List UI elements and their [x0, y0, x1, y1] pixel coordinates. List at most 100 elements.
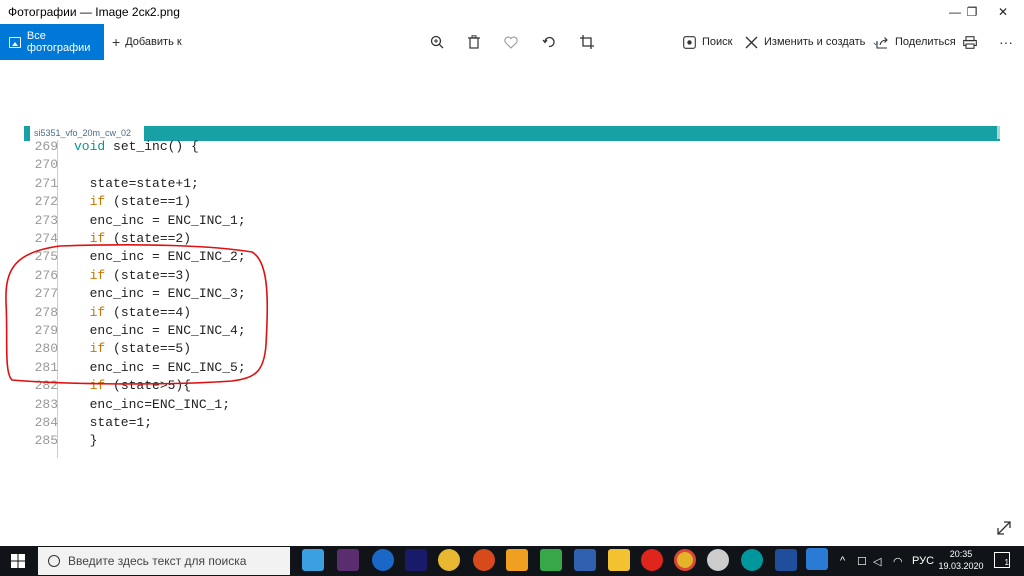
notification-count: 1	[1004, 558, 1009, 567]
language-label: РУС	[912, 555, 935, 567]
notifications-button[interactable]: 1	[994, 552, 1010, 568]
all-photos-button[interactable]: Все фотографии	[0, 24, 104, 60]
restore-button[interactable]: ❐	[955, 0, 989, 24]
line-number: 282	[34, 378, 58, 394]
edit-create-label: Изменить и создать	[764, 36, 866, 48]
print-button[interactable]	[957, 24, 983, 60]
photos-app-icon[interactable]	[806, 548, 828, 570]
rotate-icon	[542, 36, 555, 48]
heart-icon	[504, 36, 518, 49]
search-people-icon	[683, 35, 696, 49]
restore-icon: ❐	[966, 5, 978, 19]
code-text: if (state>5){	[89, 378, 192, 394]
taskbar-app-1-icon[interactable]	[302, 549, 324, 571]
line-number: 280	[34, 341, 58, 357]
add-to-button[interactable]: + Добавить к	[112, 24, 182, 60]
taskbar-app-3-icon[interactable]	[372, 549, 394, 571]
expand-icon	[997, 521, 1011, 535]
code-editor: 269 void set_inc() { 270 271 state=state+1;…	[24, 138, 1000, 458]
crop-button[interactable]	[574, 24, 600, 60]
photo-icon	[9, 36, 21, 48]
clock-time: 20:35	[949, 549, 973, 559]
line-number: 277	[34, 286, 58, 302]
code-text: void set_inc() {	[74, 139, 199, 154]
taskbar-app-6-icon[interactable]	[473, 549, 495, 571]
more-button[interactable]: ···	[993, 24, 1019, 60]
line-number: 275	[34, 249, 58, 265]
code-text: enc_inc = ENC_INC_3;	[74, 286, 246, 302]
chevron-up-icon: ^	[840, 555, 846, 567]
code-text: if (state==3)	[89, 267, 192, 283]
all-photos-label: Все фотографии	[26, 30, 91, 54]
arduino-ide-icon[interactable]	[741, 549, 763, 571]
taskbar-app-4-icon[interactable]	[405, 549, 427, 571]
line-number: 278	[34, 304, 58, 320]
line-number: 283	[34, 396, 58, 412]
share-icon	[876, 36, 888, 49]
add-to-label: Добавить к	[125, 36, 182, 48]
delete-button[interactable]	[461, 24, 487, 60]
tray-overflow-button[interactable]: ^	[840, 546, 845, 576]
language-indicator[interactable]: РУС	[912, 546, 934, 576]
code-text: }	[74, 433, 98, 449]
line-number: 285	[34, 433, 58, 449]
code-text: state=1;	[74, 415, 153, 430]
code-text: enc_inc=ENC_INC_1;	[74, 396, 231, 412]
search-button[interactable]: Поиск	[683, 24, 732, 60]
window-title: Фотографии — Image 2ск2.png	[8, 5, 180, 19]
taskbar-app-13-icon[interactable]	[707, 549, 729, 571]
line-number: 269	[34, 139, 58, 154]
rotate-button[interactable]	[536, 24, 562, 60]
taskbar-app-7-icon[interactable]	[506, 549, 528, 571]
share-button[interactable]: Поделиться	[876, 24, 956, 60]
share-label: Поделиться	[895, 36, 956, 48]
search-icon	[48, 555, 60, 567]
code-text: enc_inc = ENC_INC_5;	[74, 359, 246, 375]
search-label: Поиск	[702, 36, 733, 48]
line-number: 271	[34, 175, 58, 191]
taskbar-app-9-icon[interactable]	[574, 549, 596, 571]
taskbar-app-2-icon[interactable]	[337, 549, 359, 571]
wifi-tray-icon[interactable]: ◠	[893, 546, 903, 576]
zoom-button[interactable]	[424, 24, 450, 60]
expand-button[interactable]	[996, 520, 1012, 541]
code-text: if (state==4)	[89, 304, 192, 320]
code-text: if (state==5)	[89, 341, 192, 357]
file-explorer-icon[interactable]	[608, 549, 630, 571]
edit-create-button[interactable]: Изменить и создать ⌄	[745, 24, 880, 60]
opera-browser-icon[interactable]	[641, 549, 663, 571]
taskbar-app-15-icon[interactable]	[775, 549, 797, 571]
code-text: enc_inc = ENC_INC_4;	[74, 323, 246, 338]
line-number: 284	[34, 415, 58, 430]
code-text: if (state==2)	[89, 231, 192, 246]
taskbar-search-box[interactable]: Введите здесь текст для поиска	[38, 547, 290, 575]
start-button[interactable]	[0, 546, 36, 576]
taskbar-app-8-icon[interactable]	[540, 549, 562, 571]
code-text: enc_inc = ENC_INC_1;	[74, 212, 246, 228]
title-bar: Фотографии — Image 2ск2.png	[0, 0, 1024, 24]
line-number: 270	[34, 157, 58, 173]
line-number: 272	[34, 194, 58, 210]
code-text: state=state+1;	[74, 175, 199, 191]
more-icon: ···	[999, 34, 1013, 50]
line-number: 274	[34, 231, 58, 246]
code-text: if (state==1)	[89, 194, 192, 210]
close-button[interactable]: ✕	[986, 0, 1020, 24]
volume-tray-icon[interactable]: ◁	[873, 546, 881, 576]
favorite-button[interactable]	[498, 24, 524, 60]
taskbar-app-5-icon[interactable]	[438, 549, 460, 571]
windows-logo-icon	[11, 554, 25, 568]
zoom-in-icon	[430, 35, 444, 49]
sketch-tab-label: si5351_vfo_20m_cw_02	[34, 128, 132, 138]
network-tray-icon[interactable]: ☐	[857, 546, 867, 576]
line-number: 276	[34, 267, 58, 283]
plus-icon: +	[112, 34, 121, 50]
printer-icon	[963, 35, 977, 49]
chrome-browser-icon[interactable]	[674, 549, 696, 571]
line-number: 279	[34, 323, 58, 338]
taskbar-search-placeholder: Введите здесь текст для поиска	[68, 554, 247, 568]
edit-icon	[745, 36, 758, 48]
line-number: 281	[34, 359, 58, 375]
clock-date: 19.03.2020	[938, 561, 984, 571]
taskbar-clock[interactable]: 20:35 19.03.2020	[938, 548, 984, 572]
